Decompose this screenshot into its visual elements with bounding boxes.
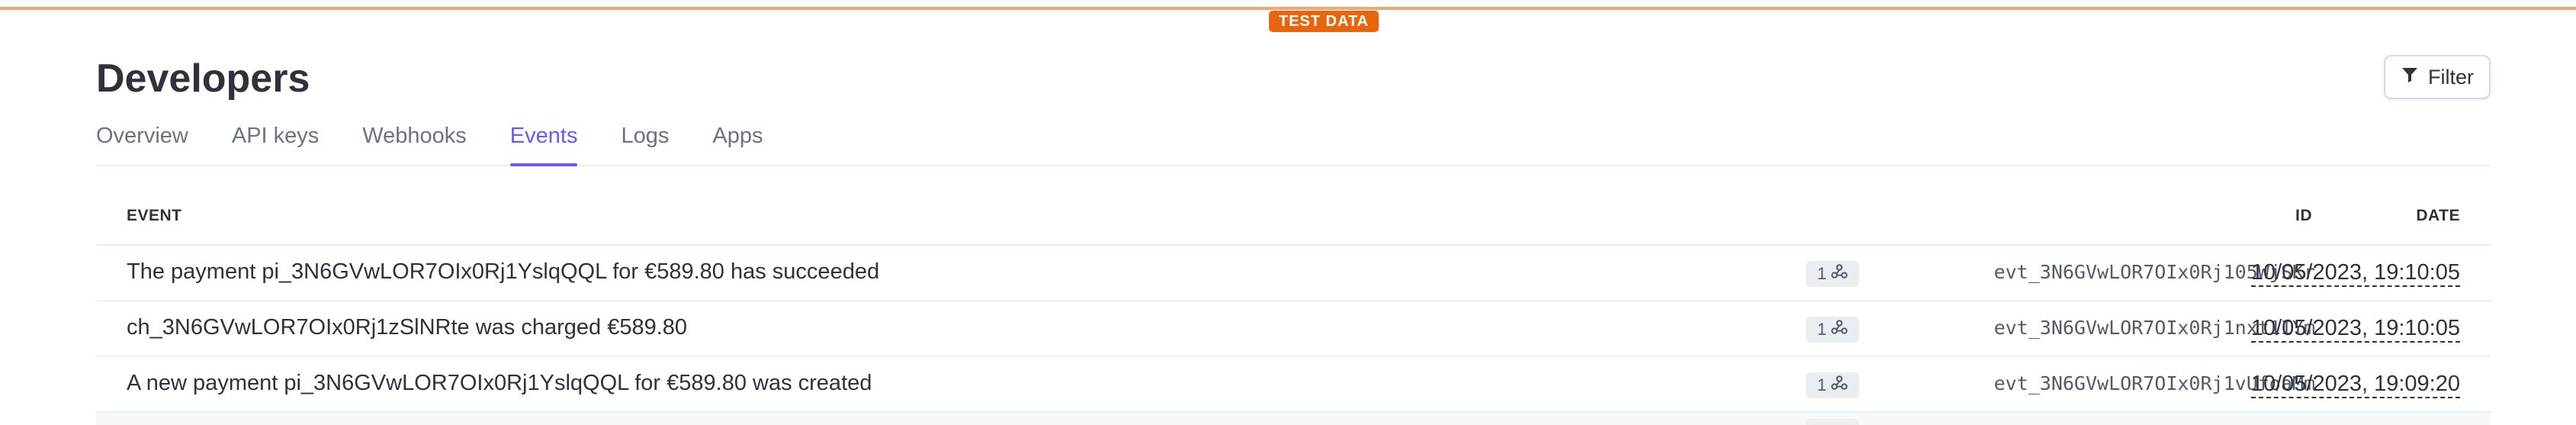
webhook-count-badge: 1 (1806, 317, 1859, 343)
webhook-icon (1831, 375, 1848, 396)
table-header: EVENT ID DATE (96, 191, 2491, 246)
tab-overview[interactable]: Overview (96, 119, 188, 165)
event-id: evt_3N6GVwLOR7OIx0Rj1nxt1IYm (1993, 317, 2315, 339)
table-row[interactable]: ch_3N6GVwLOR7OIx0Rj1zSlNRte was charged … (96, 301, 2491, 357)
event-id: evt_3N6GVwLOR7OIx0Rj105WjSKr (1993, 261, 2315, 283)
event-description: A new payment pi_3N6GVwLOR7OIx0Rj1YslqQQ… (127, 371, 872, 395)
test-data-badge: TEST DATA (1269, 11, 1379, 32)
tab-webhooks[interactable]: Webhooks (362, 119, 467, 165)
events-table: EVENT ID DATE The payment pi_3N6GVwLOR7O… (96, 191, 2491, 425)
webhook-count-badge: 1 (1806, 372, 1859, 398)
tab-logs[interactable]: Logs (621, 119, 669, 165)
tab-events[interactable]: Events (509, 119, 577, 166)
event-description: ch_3N6GVwLOR7OIx0Rj1zSlNRte was charged … (127, 315, 688, 340)
tab-apps[interactable]: Apps (712, 119, 763, 165)
event-date[interactable]: 10/05/2023, 19:09:20 (2250, 371, 2460, 398)
event-id: evt_3N6GVwLOR7OIx0Rj1vUfoaMm (1993, 372, 2315, 394)
webhook-icon (1831, 263, 1848, 285)
table-row[interactable]: The payment pi_3N6GVwLOR7OIx0Rj1YslqQQL … (96, 246, 2491, 301)
webhook-count: 1 (1816, 320, 1827, 339)
table-row[interactable]: A new payment pi_3N6GVwLOR7OIx0Rj1YslqQQ… (96, 357, 2491, 413)
webhook-count: 1 (1816, 375, 1827, 394)
tab-api-keys[interactable]: API keys (232, 119, 319, 165)
webhook-icon (1831, 319, 1848, 340)
webhook-count-badge: 1 (1806, 261, 1859, 287)
column-header-event: EVENT (127, 207, 182, 224)
test-mode-bar (0, 7, 2576, 10)
column-header-date: DATE (2416, 207, 2460, 224)
filter-button[interactable]: Filter (2384, 55, 2491, 99)
event-date[interactable]: 10/05/2023, 19:10:05 (2250, 259, 2460, 287)
developer-tabs: Overview API keys Webhooks Events Logs A… (96, 119, 2491, 166)
page-title: Developers (96, 56, 310, 101)
webhook-count: 1 (1816, 264, 1827, 283)
column-header-id: ID (2295, 207, 2312, 224)
event-date[interactable]: 10/05/2023, 19:10:05 (2250, 315, 2460, 343)
event-description: The payment pi_3N6GVwLOR7OIx0Rj1YslqQQL … (127, 259, 880, 284)
filter-button-label: Filter (2428, 65, 2474, 89)
webhook-count-badge (1806, 419, 1859, 425)
table-row-partial[interactable] (96, 413, 2491, 425)
funnel-icon (2401, 66, 2419, 89)
